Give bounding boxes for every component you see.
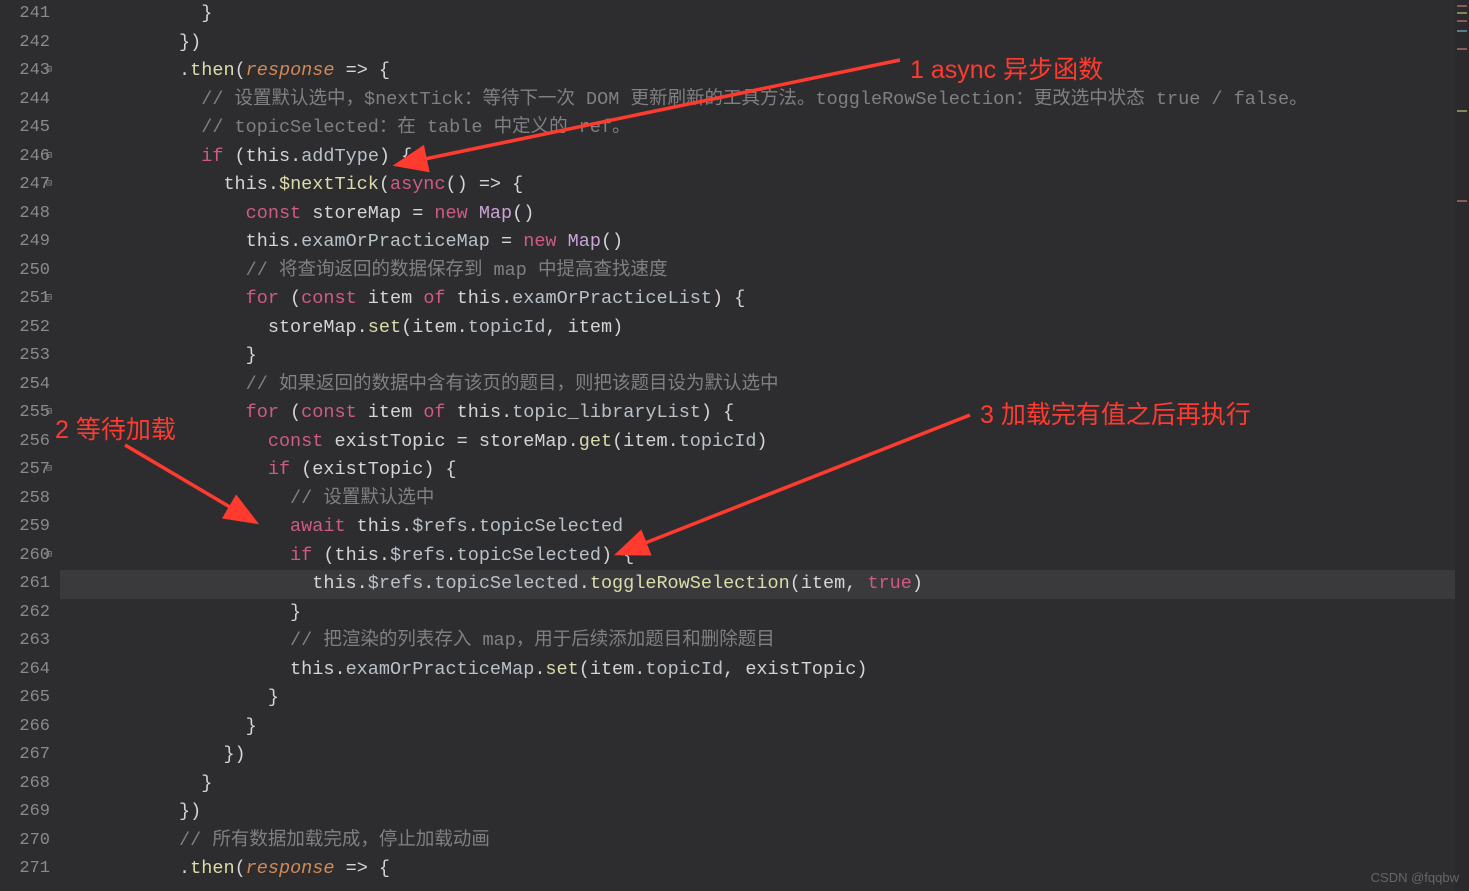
fold-icon[interactable]: ⊟ [46, 171, 52, 200]
code-line[interactable]: await this.$refs.topicSelected [68, 513, 1455, 542]
line-number: 271 [6, 855, 50, 884]
line-number: 241 [6, 0, 50, 29]
code-line[interactable]: this.$nextTick(async() => { [68, 171, 1455, 200]
code-line[interactable]: }) [68, 29, 1455, 58]
code-line[interactable]: // 设置默认选中，$nextTick：等待下一次 DOM 更新刷新的工具方法。… [68, 86, 1455, 115]
annotation-3: 3 加载完有值之后再执行 [980, 395, 1251, 431]
line-number: 244 [6, 86, 50, 115]
line-number: 255⊟ [6, 399, 50, 428]
code-line[interactable]: if (this.addType) { [68, 143, 1455, 172]
line-number: 267 [6, 741, 50, 770]
line-number: 249 [6, 228, 50, 257]
code-line[interactable]: } [68, 0, 1455, 29]
code-line[interactable]: this.$refs.topicSelected.toggleRowSelect… [68, 570, 1455, 599]
line-number: 262 [6, 599, 50, 628]
code-editor[interactable]: 241 242 243⊟ 244 245 246⊟ 247⊟ 248 249 2… [0, 0, 1469, 891]
watermark: CSDN @fqqbw [1371, 870, 1459, 885]
line-number: 260⊟ [6, 542, 50, 571]
code-line[interactable]: if (this.$refs.topicSelected) { [68, 542, 1455, 571]
line-number: 270 [6, 827, 50, 856]
line-number: 251⊟ [6, 285, 50, 314]
fold-icon[interactable]: ⊟ [46, 542, 52, 571]
code-line[interactable]: // 将查询返回的数据保存到 map 中提高查找速度 [68, 257, 1455, 286]
code-line[interactable]: } [68, 342, 1455, 371]
code-area[interactable]: } }) .then(response => { // 设置默认选中，$next… [60, 0, 1455, 891]
line-number: 259 [6, 513, 50, 542]
code-line[interactable]: const storeMap = new Map() [68, 200, 1455, 229]
code-line[interactable]: } [68, 770, 1455, 799]
line-number: 253 [6, 342, 50, 371]
line-number: 246⊟ [6, 143, 50, 172]
fold-icon[interactable]: ⊟ [46, 285, 52, 314]
code-line[interactable]: // 把渲染的列表存入 map，用于后续添加题目和删除题目 [68, 627, 1455, 656]
line-number: 248 [6, 200, 50, 229]
line-number: 256 [6, 428, 50, 457]
line-number: 264 [6, 656, 50, 685]
code-line[interactable]: } [68, 713, 1455, 742]
fold-icon[interactable]: ⊟ [46, 399, 52, 428]
line-number: 263 [6, 627, 50, 656]
line-number: 247⊟ [6, 171, 50, 200]
fold-icon[interactable]: ⊟ [46, 57, 52, 86]
code-line[interactable]: for (const item of this.examOrPracticeLi… [68, 285, 1455, 314]
minimap[interactable] [1455, 0, 1469, 891]
line-number: 254 [6, 371, 50, 400]
fold-icon[interactable]: ⊟ [46, 456, 52, 485]
line-number: 257⊟ [6, 456, 50, 485]
code-line[interactable]: .then(response => { [68, 57, 1455, 86]
line-number: 243⊟ [6, 57, 50, 86]
code-line[interactable]: if (existTopic) { [68, 456, 1455, 485]
line-number: 252 [6, 314, 50, 343]
line-number: 268 [6, 770, 50, 799]
code-line[interactable]: // topicSelected：在 table 中定义的 ref。 [68, 114, 1455, 143]
code-line[interactable]: const existTopic = storeMap.get(item.top… [68, 428, 1455, 457]
code-line[interactable]: // 所有数据加载完成，停止加载动画 [68, 827, 1455, 856]
line-number: 242 [6, 29, 50, 58]
code-line[interactable]: } [68, 684, 1455, 713]
code-line[interactable]: storeMap.set(item.topicId, item) [68, 314, 1455, 343]
line-number: 245 [6, 114, 50, 143]
code-line[interactable]: this.examOrPracticeMap = new Map() [68, 228, 1455, 257]
line-number: 266 [6, 713, 50, 742]
annotation-2: 2 等待加载 [55, 410, 176, 446]
code-line[interactable]: }) [68, 741, 1455, 770]
fold-icon[interactable]: ⊟ [46, 143, 52, 172]
code-line[interactable]: this.examOrPracticeMap.set(item.topicId,… [68, 656, 1455, 685]
line-number: 265 [6, 684, 50, 713]
line-number: 258 [6, 485, 50, 514]
line-number: 269 [6, 798, 50, 827]
code-line[interactable]: } [68, 599, 1455, 628]
annotation-1: 1 async 异步函数 [910, 50, 1103, 86]
code-line[interactable]: }) [68, 798, 1455, 827]
line-number: 261 [6, 570, 50, 599]
line-number: 250 [6, 257, 50, 286]
code-line[interactable]: // 设置默认选中 [68, 485, 1455, 514]
line-gutter: 241 242 243⊟ 244 245 246⊟ 247⊟ 248 249 2… [0, 0, 60, 891]
code-line[interactable]: .then(response => { [68, 855, 1455, 884]
